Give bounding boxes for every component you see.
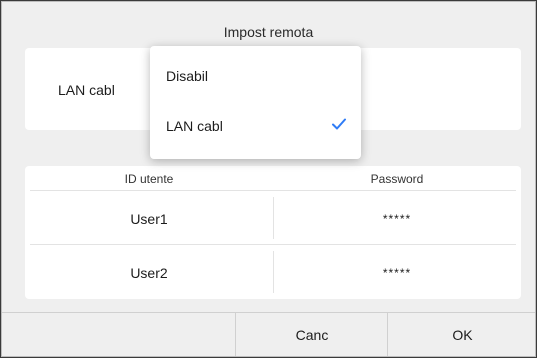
connection-mode-dropdown: Disabil LAN cabl [150,46,361,159]
dialog-title: Impost remota [223,24,314,40]
table-row[interactable]: User1 ***** [25,192,521,246]
dialog-footer: Canc OK [2,312,535,356]
footer-empty-slot [2,313,235,356]
dropdown-option-wired-lan[interactable]: LAN cabl [150,101,361,151]
table-row[interactable]: User2 ***** [25,246,521,300]
top-strip [2,2,535,8]
header-divider [30,190,516,191]
checkmark-icon [332,118,346,130]
dropdown-option-disable[interactable]: Disabil [150,51,361,101]
header-password: Password [370,172,424,186]
connection-mode-value: LAN cabl [58,82,115,98]
header-user-id: ID utente [124,172,174,186]
user-id-cell[interactable]: User1 [25,192,273,246]
ok-button[interactable]: OK [387,313,537,356]
credentials-table: ID utente Password User1 ***** User2 ***… [25,166,521,299]
password-cell[interactable]: ***** [273,192,521,246]
password-cell[interactable]: ***** [273,246,521,300]
dropdown-option-label: LAN cabl [166,118,223,134]
user-id-cell[interactable]: User2 [25,246,273,300]
row-divider [30,244,516,245]
cancel-button[interactable]: Canc [235,313,388,356]
dropdown-option-label: Disabil [166,68,209,84]
